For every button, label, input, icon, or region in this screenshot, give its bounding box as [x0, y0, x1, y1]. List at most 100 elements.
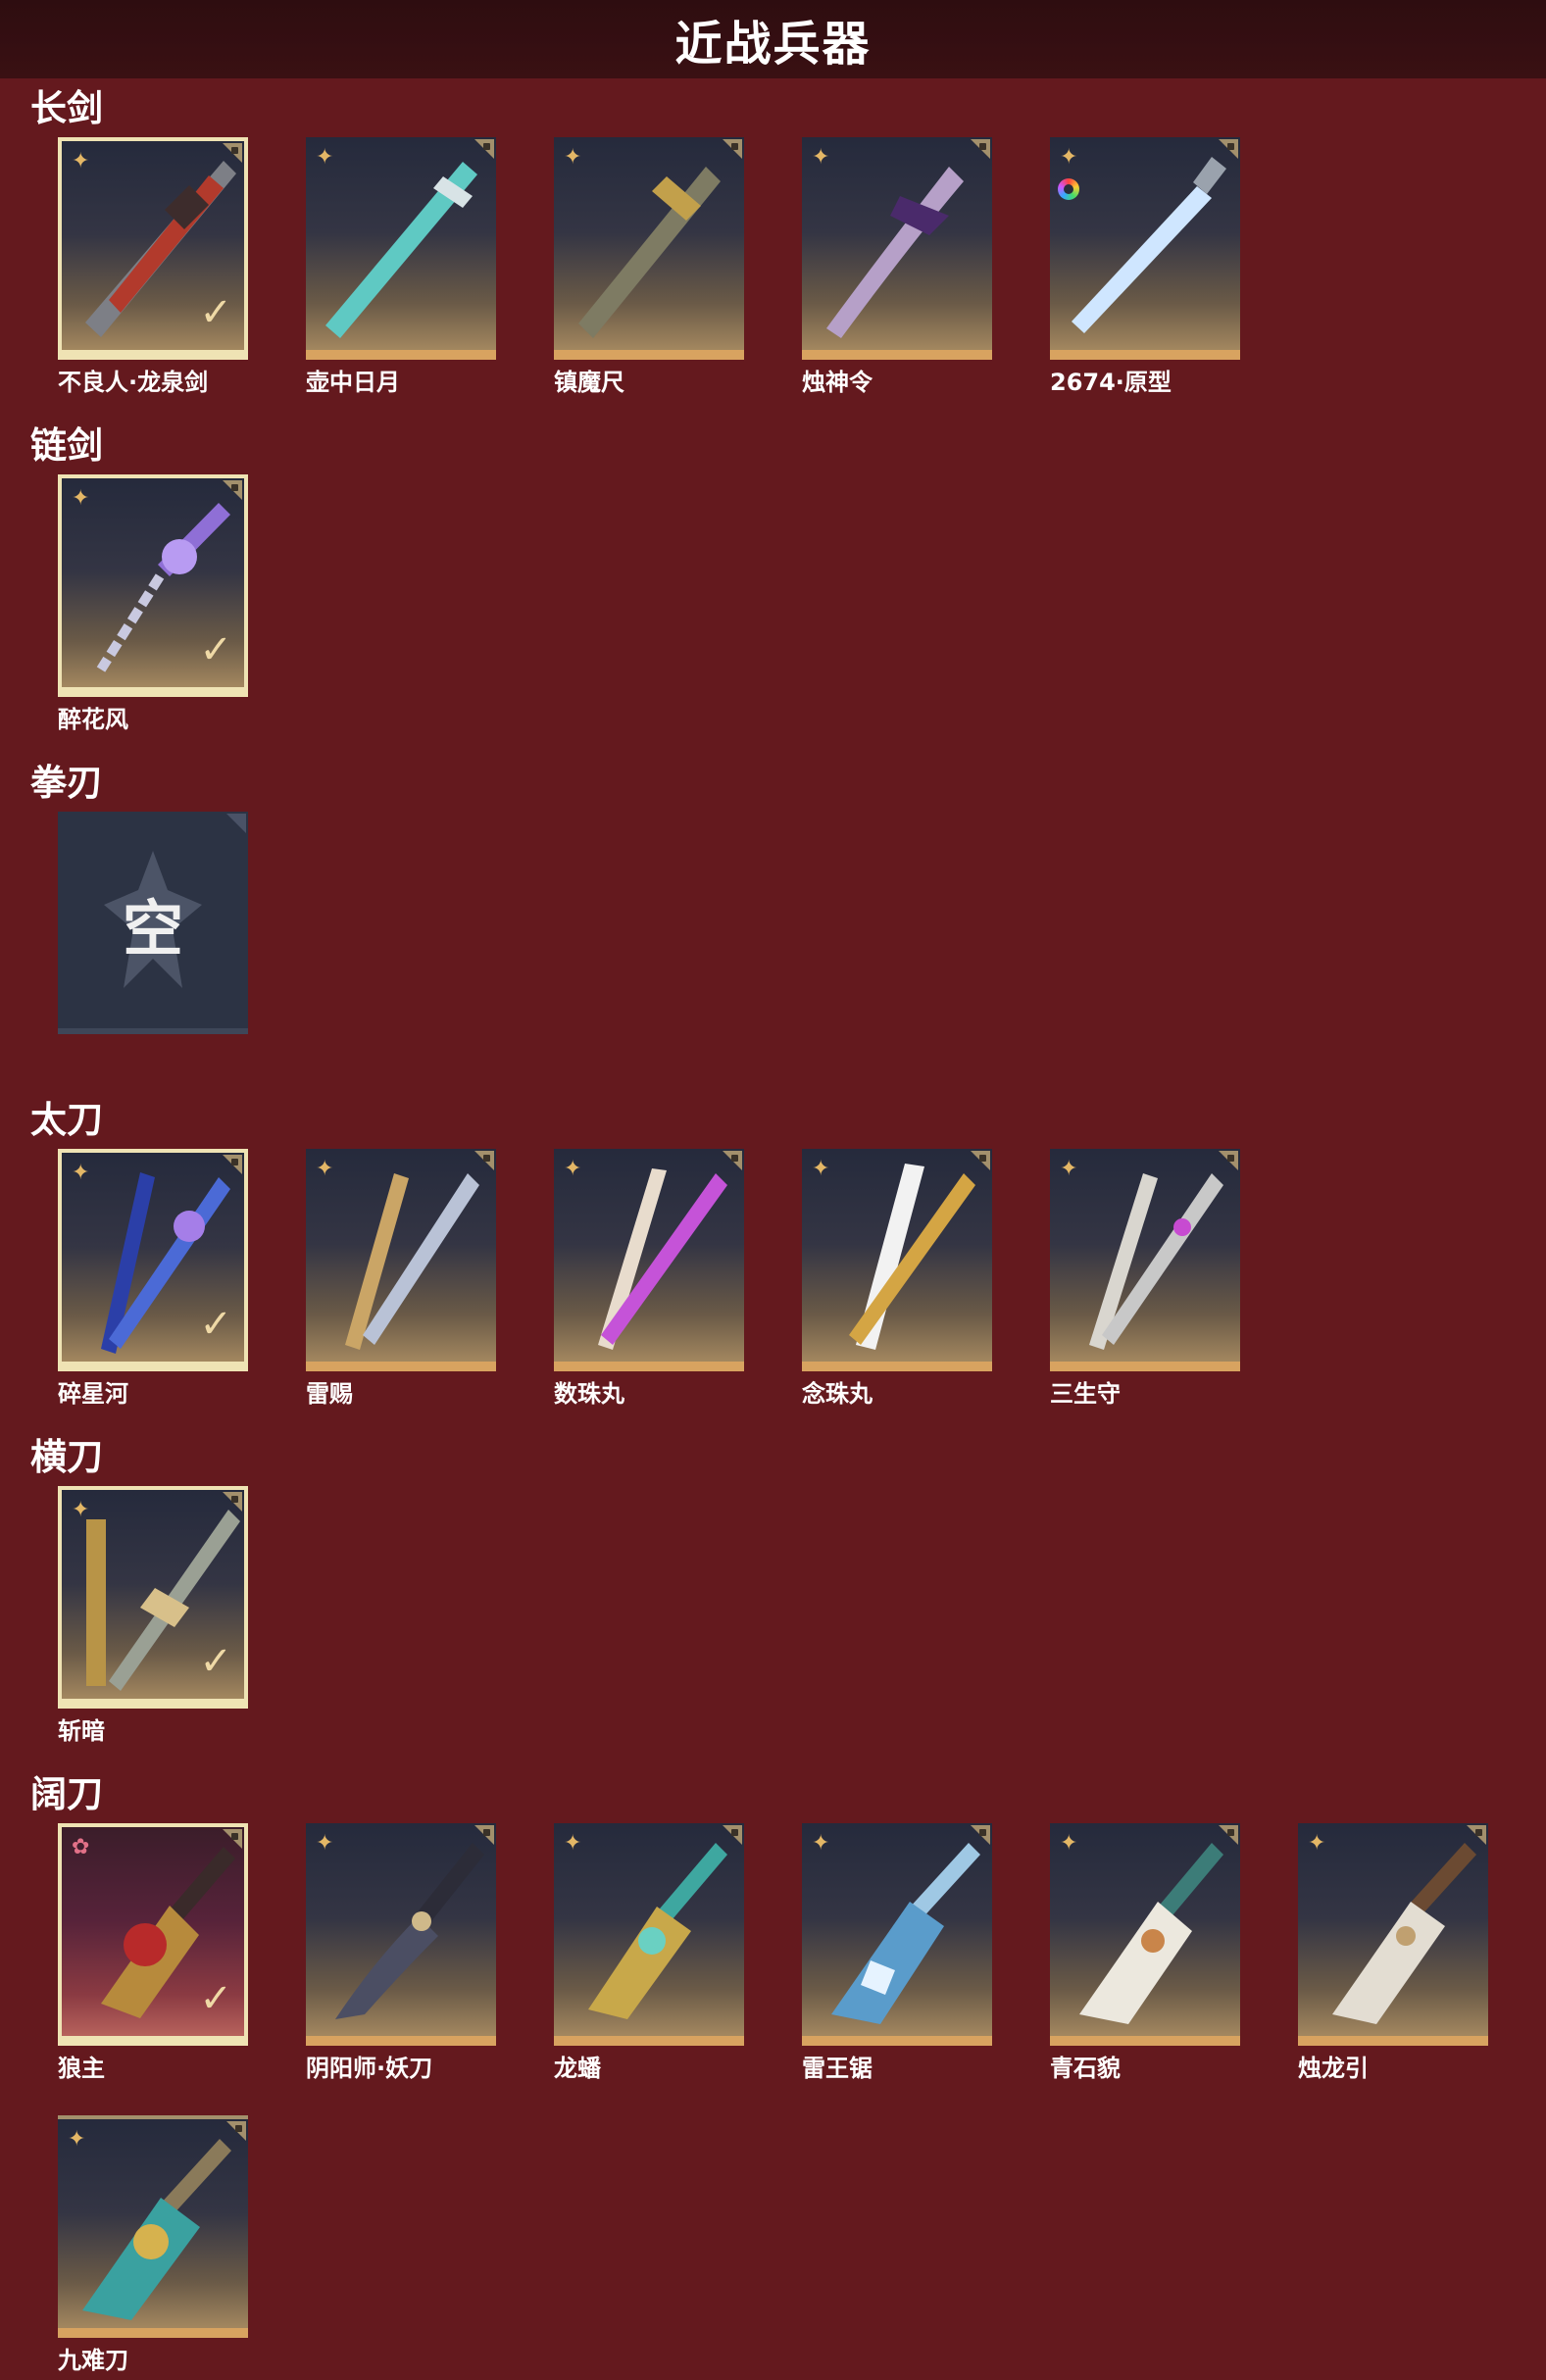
weapon-card[interactable]: ✦ ✓ 斩暗 [58, 1486, 248, 1745]
weapon-tile[interactable]: ✦ ✓ [58, 137, 248, 360]
weapon-card[interactable]: ✦ 烛龙引 [1298, 1823, 1488, 2082]
equipped-check-icon: ✓ [199, 627, 232, 672]
rarity-star-icon: ✦ [812, 1831, 830, 1856]
equipped-check-icon: ✓ [199, 290, 232, 335]
weapon-tile[interactable]: ✦ [802, 137, 992, 360]
kuodao-icon [82, 2139, 231, 2320]
weapon-tile[interactable]: ✦ [306, 1823, 496, 2046]
weapon-tile[interactable]: ✦ [1050, 1823, 1240, 2046]
tachi-icon [849, 1164, 975, 1350]
weapon-tile[interactable]: ✦ ✓ [58, 474, 248, 697]
weapon-card[interactable]: ✦ 烛神令 [802, 137, 992, 396]
rarity-star-icon: ✦ [316, 1831, 334, 1856]
weapon-tile[interactable]: ✦ ✓ [58, 1486, 248, 1709]
weapon-card[interactable]: ✦ 雷王锯 [802, 1823, 992, 2082]
weapon-name: 龙蟠 [554, 2055, 601, 2082]
page-title: 近战兵器 [674, 17, 872, 72]
section-title: 拳刃 [30, 762, 103, 804]
weapon-card[interactable]: ✦ 壶中日月 [306, 137, 496, 396]
weapon-name: 不良人·龙泉剑 [58, 369, 209, 396]
weapon-tile[interactable]: ✦ [1298, 1823, 1488, 2046]
weapon-name: 数珠丸 [554, 1380, 624, 1408]
long-sword-icon [578, 167, 721, 338]
page-header: 近战兵器 [0, 0, 1546, 78]
weapon-name: 青石貌 [1050, 2055, 1121, 2082]
long-sword-icon [1072, 157, 1226, 333]
weapon-tile[interactable]: ✦ [1050, 137, 1240, 360]
long-sword-icon [826, 167, 964, 338]
weapon-name: 烛神令 [802, 369, 873, 396]
weapon-card[interactable]: ✦ ✓ 碎星河 [58, 1149, 248, 1408]
weapon-card[interactable]: ✦ 数珠丸 [554, 1149, 744, 1408]
rarity-star-icon: ✦ [1060, 145, 1078, 170]
weapon-card[interactable]: ✦ ✓ 不良人·龙泉剑 [58, 137, 248, 396]
section-title: 阔刀 [30, 1773, 103, 1815]
equipped-check-icon: ✓ [199, 1639, 232, 1684]
kuodao-icon [335, 1843, 484, 2019]
weapon-tile[interactable]: ✦ [554, 137, 744, 360]
rarity-star-icon: ✦ [812, 1157, 830, 1181]
rarity-star-icon: ✦ [72, 1498, 90, 1522]
rarity-star-icon: ✦ [68, 2127, 86, 2152]
weapon-name: 烛龙引 [1298, 2055, 1369, 2082]
weapon-name: 斩暗 [58, 1717, 105, 1745]
weapon-tile[interactable]: ✦ [802, 1823, 992, 2046]
rarity-star-icon: ✦ [1060, 1157, 1078, 1181]
rarity-star-icon: ✦ [72, 486, 90, 511]
weapon-card[interactable]: ✿ ✓ 狼主 [58, 1823, 248, 2082]
weapon-card[interactable]: ✦ 三生守 [1050, 1149, 1240, 1408]
weapon-tile[interactable]: ✿ ✓ [58, 1823, 248, 2046]
weapon-tile[interactable]: ✦ [554, 1823, 744, 2046]
rarity-star-icon: ✦ [1060, 1831, 1078, 1856]
kuodao-icon [831, 1843, 980, 2024]
weapon-name: 镇魔尺 [554, 369, 624, 396]
weapon-name: 碎星河 [58, 1380, 128, 1408]
tachi-icon [1089, 1173, 1223, 1350]
weapon-tile[interactable]: ✦ [802, 1149, 992, 1371]
empty-slot-label: 空 [122, 892, 183, 965]
rarity-flower-icon: ✿ [72, 1835, 90, 1859]
empty-slot[interactable]: 空 [58, 812, 248, 1034]
section-title: 太刀 [30, 1099, 103, 1141]
empty-tile[interactable]: 空 [58, 812, 248, 1034]
weapon-card[interactable]: ✦ 念珠丸 [802, 1149, 992, 1408]
weapon-name: 雷王锯 [802, 2055, 873, 2082]
weapon-card[interactable]: ✦ 雷赐 [306, 1149, 496, 1408]
rarity-star-icon: ✦ [316, 145, 334, 170]
rarity-star-icon: ✦ [72, 149, 90, 174]
color-variant-icon [1058, 178, 1079, 200]
rarity-star-icon: ✦ [72, 1161, 90, 1185]
weapon-name: 狼主 [58, 2055, 105, 2082]
section-title: 横刀 [30, 1436, 103, 1478]
rarity-star-icon: ✦ [564, 1157, 582, 1181]
weapon-tile[interactable]: ✦ ✓ [58, 1149, 248, 1371]
weapon-tile[interactable]: ✦ [554, 1149, 744, 1371]
weapon-card[interactable]: ✦ 龙蟠 [554, 1823, 744, 2082]
weapon-tile[interactable]: ✦ [306, 137, 496, 360]
weapon-card[interactable]: ✦ ✓ 醉花风 [58, 474, 248, 733]
weapon-name: 2674·原型 [1050, 369, 1172, 396]
weapon-name: 阴阳师·妖刀 [306, 2055, 433, 2082]
rarity-star-icon: ✦ [316, 1157, 334, 1181]
weapon-tile[interactable]: ✦ [306, 1149, 496, 1371]
weapon-card[interactable]: ✦ 镇魔尺 [554, 137, 744, 396]
weapon-card[interactable]: ✦ 阴阳师·妖刀 [306, 1823, 496, 2082]
weapon-name: 九难刀 [58, 2347, 128, 2374]
rarity-star-icon: ✦ [812, 145, 830, 170]
rarity-star-icon: ✦ [564, 145, 582, 170]
weapon-tile[interactable]: ✦ [58, 2115, 248, 2338]
kuodao-icon [1079, 1843, 1223, 2024]
weapon-card[interactable]: ✦ 青石貌 [1050, 1823, 1240, 2082]
weapon-name: 醉花风 [58, 706, 128, 733]
kuodao-icon [1332, 1843, 1476, 2024]
weapon-tile[interactable]: ✦ [1050, 1149, 1240, 1371]
equipped-check-icon: ✓ [199, 1976, 232, 2021]
rarity-star-icon: ✦ [1308, 1831, 1326, 1856]
kuodao-icon [588, 1843, 727, 2019]
section-title: 长剑 [30, 87, 103, 129]
weapon-card[interactable]: ✦ 九难刀 [58, 2115, 248, 2374]
weapon-name: 念珠丸 [802, 1380, 873, 1408]
section-title: 链剑 [30, 424, 103, 467]
long-sword-icon [325, 162, 477, 338]
weapon-card[interactable]: ✦ 2674·原型 [1050, 137, 1240, 396]
